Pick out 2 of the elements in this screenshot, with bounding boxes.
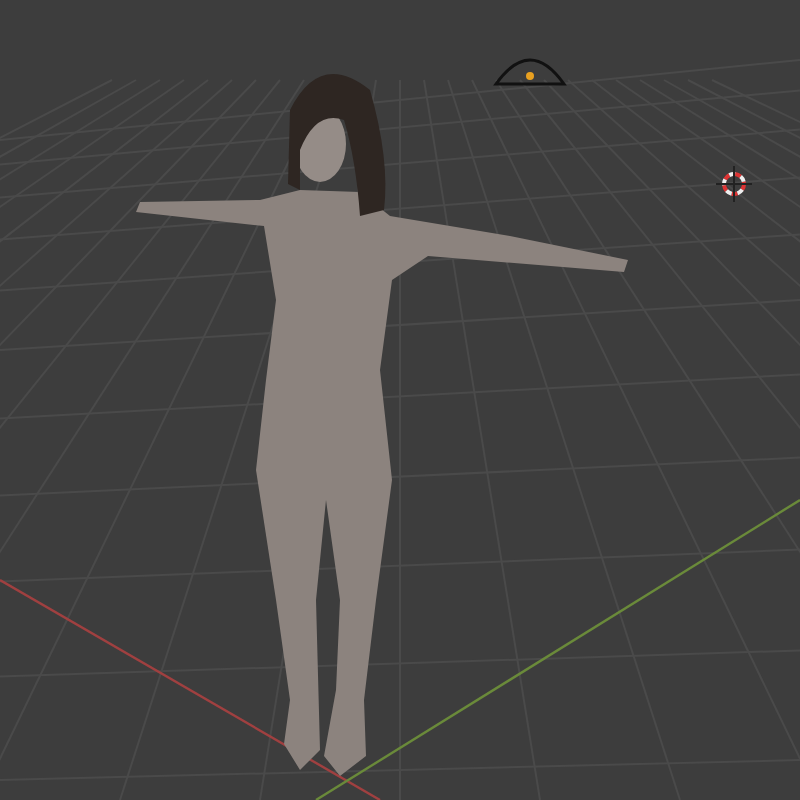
light-gizmo-icon	[494, 58, 566, 86]
crosshair-cursor-icon	[715, 165, 753, 203]
